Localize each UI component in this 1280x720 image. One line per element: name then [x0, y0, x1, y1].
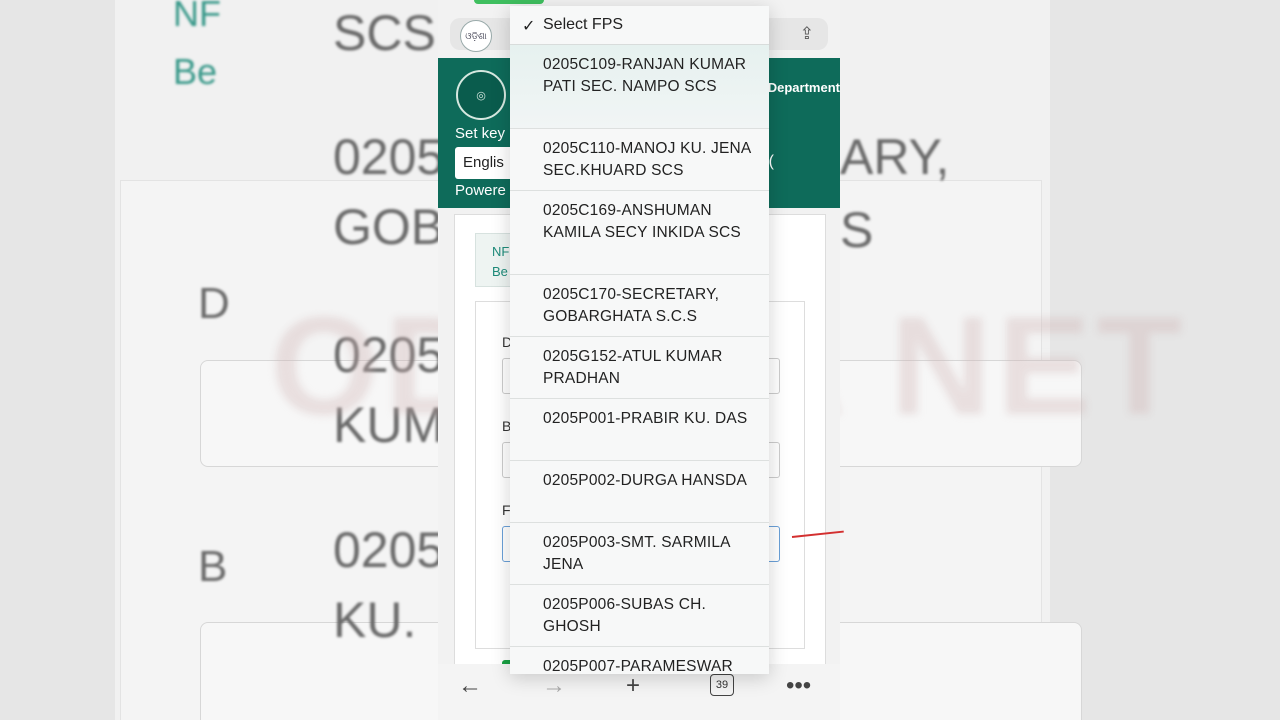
option-label: 0205P003-SMT. SARMILA JENA	[543, 534, 730, 573]
nf-line-1: NF	[492, 244, 510, 259]
option-label: 0205C110-MANOJ KU. JENA SEC.KHUARD SCS	[543, 140, 751, 179]
header-text-fragment: (	[768, 153, 774, 170]
dropdown-option[interactable]: 0205C109-RANJAN KUMAR PATI SEC. NAMPO SC…	[510, 45, 769, 129]
nf-line-2: Be	[492, 264, 508, 279]
forward-arrow-icon[interactable]: →	[542, 672, 566, 700]
status-indicator	[474, 0, 544, 4]
option-label: 0205P001-PRABIR KU. DAS	[543, 410, 748, 427]
option-label: 0205C169-ANSHUMAN KAMILA SECY INKIDA SCS	[543, 202, 741, 241]
selected-option-label: Select FPS	[543, 16, 624, 33]
dropdown-option[interactable]: 0205P002-DURGA HANSDA	[510, 461, 769, 523]
dropdown-option[interactable]: 0205P001-PRABIR KU. DAS	[510, 399, 769, 461]
option-label: 0205G152-ATUL KUMAR PRADHAN	[543, 348, 723, 387]
tabs-count-button[interactable]: 39	[710, 674, 734, 696]
set-keyboard-label: Set key	[455, 125, 506, 142]
option-label: 0205P002-DURGA HANSDA	[543, 472, 748, 489]
option-label: 0205P006-SUBAS CH. GHOSH	[543, 596, 706, 635]
powered-by-label: Powere	[455, 182, 506, 199]
option-label: 0205C170-SECRETARY, GOBARGHATA S.C.S	[543, 286, 720, 325]
share-icon[interactable]: ⇪	[800, 24, 814, 44]
site-favicon-icon: ଓଡ଼ିଶା	[460, 20, 492, 52]
option-label: 0205C109-RANJAN KUMAR PATI SEC. NAMPO SC…	[543, 56, 747, 95]
dropdown-option[interactable]: 0205C110-MANOJ KU. JENA SEC.KHUARD SCS	[510, 129, 769, 191]
dropdown-option[interactable]: 0205C169-ANSHUMAN KAMILA SECY INKIDA SCS	[510, 191, 769, 275]
dropdown-option[interactable]: 0205C170-SECRETARY, GOBARGHATA S.C.S	[510, 275, 769, 337]
new-tab-icon[interactable]: +	[626, 672, 640, 700]
dropdown-option[interactable]: 0205P003-SMT. SARMILA JENA	[510, 523, 769, 585]
odisha-emblem-icon: ◎	[456, 70, 506, 120]
department-title: Department	[767, 80, 840, 95]
back-arrow-icon[interactable]: ←	[458, 672, 482, 700]
dropdown-option-selected[interactable]: ✓ Select FPS	[510, 6, 769, 45]
more-menu-icon[interactable]: •••	[786, 672, 811, 700]
fps-dropdown-list[interactable]: ✓ Select FPS 0205C109-RANJAN KUMAR PATI …	[510, 6, 769, 674]
checkmark-icon: ✓	[522, 18, 536, 35]
dropdown-option[interactable]: 0205G152-ATUL KUMAR PRADHAN	[510, 337, 769, 399]
dropdown-option[interactable]: 0205P007-PARAMESWAR	[510, 647, 769, 674]
option-label: 0205P007-PARAMESWAR	[543, 658, 733, 674]
dropdown-option[interactable]: 0205P006-SUBAS CH. GHOSH	[510, 585, 769, 647]
